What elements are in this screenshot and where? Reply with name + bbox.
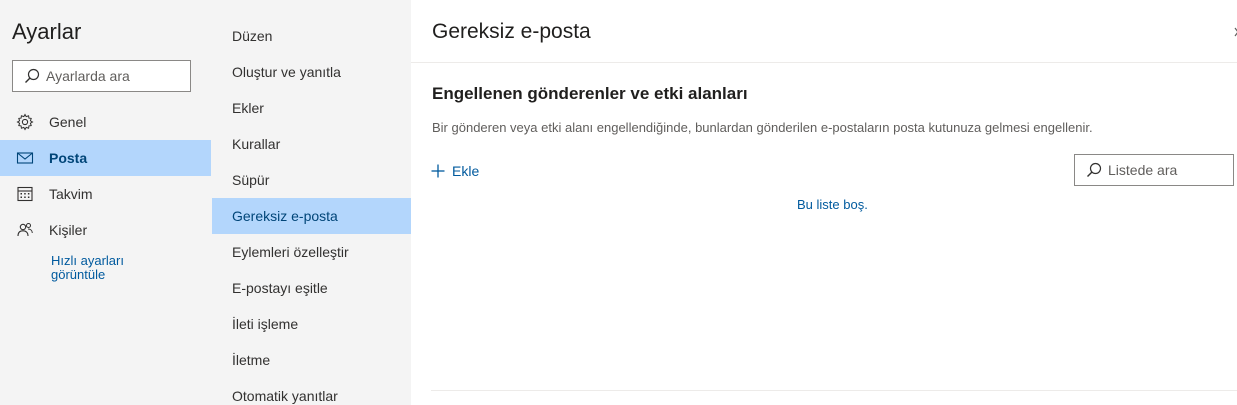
nav-item-takvim[interactable]: Takvim (0, 176, 211, 212)
junk-email-settings-pane: Gereksiz e-posta Engellenen gönderenler … (411, 0, 1237, 405)
settings-nav-pane: Ayarlar Genel Posta Takvim Kişiler Hızlı… (0, 0, 212, 405)
header-divider (411, 62, 1237, 63)
calendar-icon (16, 185, 34, 203)
quick-settings-link[interactable]: Hızlı ayarları görüntüle (51, 254, 161, 282)
plus-icon (430, 163, 446, 179)
category-gereksiz-e-posta[interactable]: Gereksiz e-posta (212, 198, 411, 234)
category-ileti-isleme[interactable]: İleti işleme (212, 306, 411, 342)
category-duzen[interactable]: Düzen (212, 18, 411, 54)
category-otomatik-yanitlar[interactable]: Otomatik yanıtlar (212, 378, 411, 405)
section-description: Bir gönderen veya etki alanı engellendiğ… (432, 120, 1093, 135)
settings-search-input[interactable] (46, 68, 186, 84)
close-icon (1227, 22, 1237, 42)
category-eylemleri-ozellestir[interactable]: Eylemleri özelleştir (212, 234, 411, 270)
nav-item-label: Takvim (49, 186, 93, 202)
search-icon (24, 68, 40, 84)
nav-item-posta[interactable]: Posta (0, 140, 211, 176)
empty-list-message: Bu liste boş. (797, 197, 868, 212)
footer-divider (431, 390, 1237, 391)
add-blocked-sender-button[interactable]: Ekle (430, 160, 479, 182)
nav-item-label: Posta (49, 150, 88, 166)
category-ekler[interactable]: Ekler (212, 90, 411, 126)
nav-item-label: Kişiler (49, 222, 88, 238)
page-title: Gereksiz e-posta (432, 20, 591, 43)
section-title: Engellenen gönderenler ve etki alanları (432, 84, 748, 103)
category-e-postayi-esitle[interactable]: E-postayı eşitle (212, 270, 411, 306)
add-button-label: Ekle (452, 163, 480, 179)
list-search-input[interactable] (1108, 162, 1228, 178)
close-button[interactable] (1227, 22, 1237, 42)
nav-item-genel[interactable]: Genel (0, 104, 211, 140)
category-iletme[interactable]: İletme (212, 342, 411, 378)
settings-search-box[interactable] (12, 60, 191, 92)
people-icon (16, 221, 34, 239)
settings-title: Ayarlar (12, 19, 82, 44)
list-search-box[interactable] (1074, 154, 1234, 186)
category-supur[interactable]: Süpür (212, 162, 411, 198)
search-icon (1086, 162, 1102, 178)
nav-item-kisiler[interactable]: Kişiler (0, 212, 211, 248)
category-kurallar[interactable]: Kurallar (212, 126, 411, 162)
mail-category-pane: Düzen Oluştur ve yanıtla Ekler Kurallar … (212, 0, 411, 405)
mail-icon (16, 149, 34, 167)
gear-icon (16, 113, 34, 131)
nav-item-label: Genel (49, 114, 87, 130)
category-olustur-ve-yanitla[interactable]: Oluştur ve yanıtla (212, 54, 411, 90)
